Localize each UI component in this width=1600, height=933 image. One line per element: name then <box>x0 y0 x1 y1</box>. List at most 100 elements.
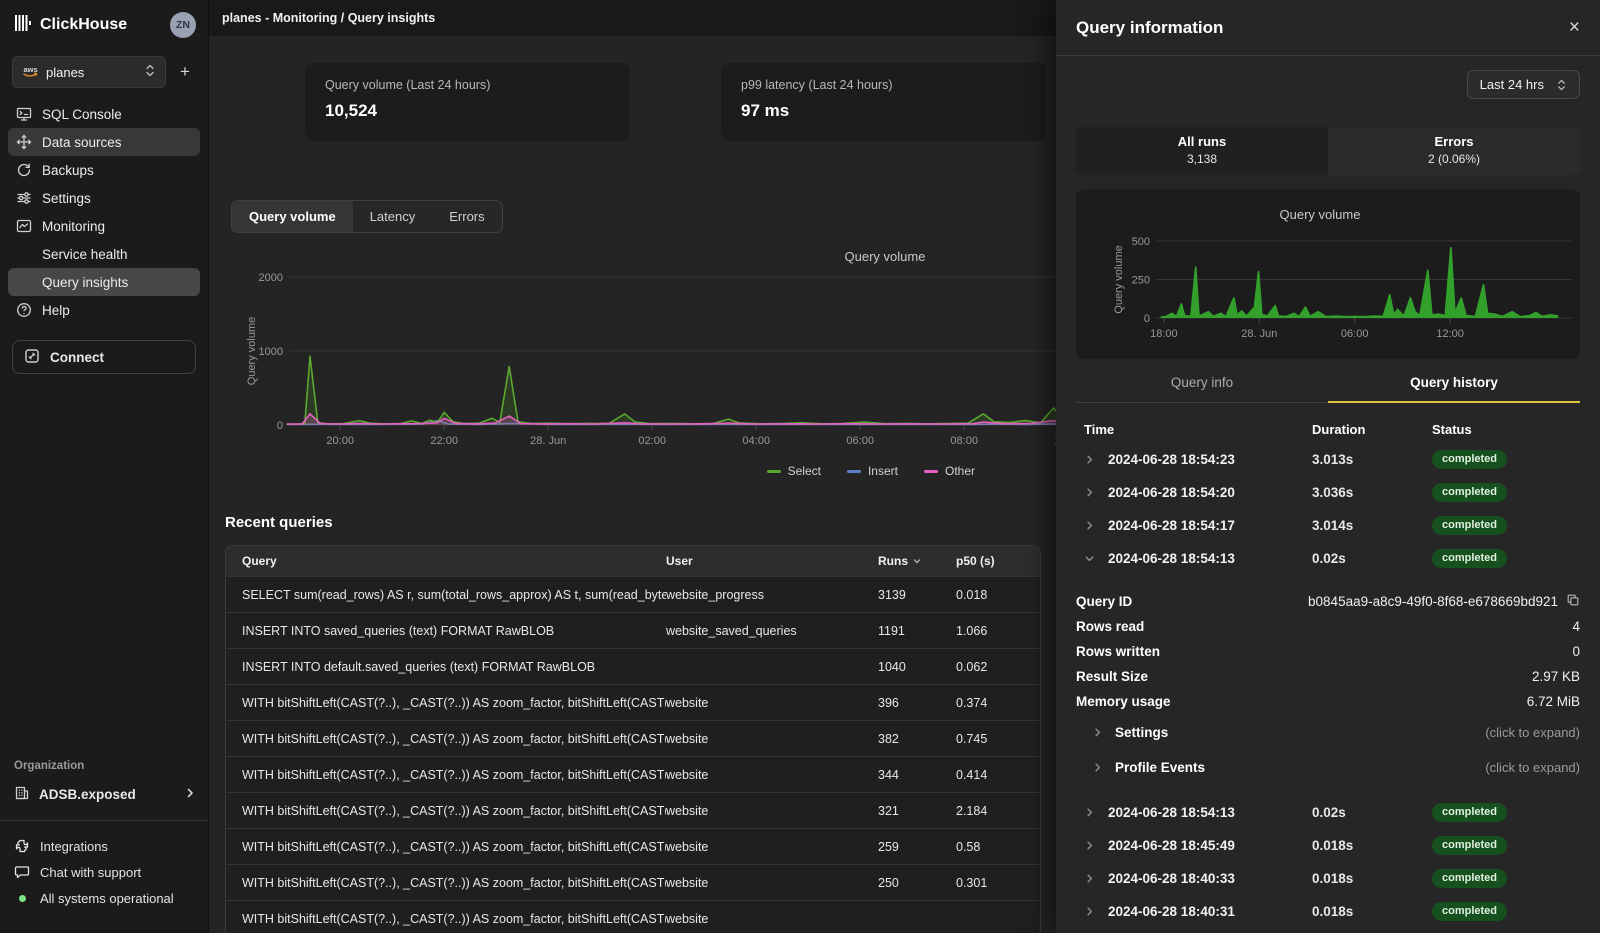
history-run-row[interactable]: 2024-06-28 18:40:310.018scompleted <box>1076 895 1580 928</box>
query-row[interactable]: WITH bitShiftLeft(CAST(?..), _CAST(?..))… <box>226 828 1040 864</box>
chevron-right-icon <box>1092 762 1103 773</box>
col-user[interactable]: User <box>666 554 878 568</box>
copy-icon[interactable] <box>1566 593 1580 610</box>
main-topbar: planes - Monitoring / Query insights <box>209 0 1057 36</box>
run-time: 2024-06-28 18:40:33 <box>1102 871 1312 886</box>
close-icon[interactable]: × <box>1569 18 1580 37</box>
query-row[interactable]: INSERT INTO default.saved_queries (text)… <box>226 648 1040 684</box>
query-row[interactable]: WITH bitShiftLeft(CAST(?..), _CAST(?..))… <box>226 864 1040 900</box>
svg-text:250: 250 <box>1132 275 1150 287</box>
legend-item-insert[interactable]: Insert <box>847 464 898 478</box>
panel-tab-query-info[interactable]: Query info <box>1076 375 1328 402</box>
legend-item-select[interactable]: Select <box>767 464 821 478</box>
sidebar-item-backups[interactable]: Backups <box>8 156 200 184</box>
tab-errors[interactable]: Errors <box>432 201 501 232</box>
workspace-selector[interactable]: aws planes <box>12 56 166 88</box>
svg-text:Query volume: Query volume <box>1113 245 1125 313</box>
time-range-select[interactable]: Last 24 hrs <box>1467 70 1580 99</box>
segment-all-runs[interactable]: All runs3,138 <box>1076 127 1328 175</box>
expandable-profile-events[interactable]: Profile Events(click to expand) <box>1076 751 1580 784</box>
run-time: 2024-06-28 18:45:49 <box>1102 838 1312 853</box>
history-run-row[interactable]: 2024-06-28 18:40:330.018scompleted <box>1076 862 1580 895</box>
sidebar-item-label: Monitoring <box>42 219 105 234</box>
add-service-button[interactable]: + <box>174 62 196 82</box>
query-row[interactable]: SELECT sum(read_rows) AS r, sum(total_ro… <box>226 576 1040 612</box>
sidebar-item-label: Data sources <box>42 135 122 150</box>
query-runs: 344 <box>878 768 956 782</box>
query-row[interactable]: WITH bitShiftLeft(CAST(?..), _CAST(?..))… <box>226 900 1040 933</box>
run-time: 2024-06-28 18:54:17 <box>1102 518 1312 533</box>
sidebar-item-label: Backups <box>42 163 94 178</box>
footer-item-chat-with-support[interactable]: Chat with support <box>14 859 196 885</box>
svg-text:1000: 1000 <box>259 346 283 358</box>
tab-latency[interactable]: Latency <box>353 201 433 232</box>
query-text: WITH bitShiftLeft(CAST(?..), _CAST(?..))… <box>242 912 666 926</box>
backups-icon <box>16 162 32 178</box>
sidebar-item-query-insights[interactable]: Query insights <box>8 268 200 296</box>
query-volume-chart[interactable]: 01000200020:0022:0028. Jun02:0004:0006:0… <box>209 245 1056 460</box>
run-duration: 0.018s <box>1312 838 1432 853</box>
query-runs: 321 <box>878 804 956 818</box>
chevron-right-icon[interactable] <box>1076 840 1102 851</box>
query-p50: 0.58 <box>956 840 1040 854</box>
sidebar-item-settings[interactable]: Settings <box>8 184 200 212</box>
organization-label: Organization <box>14 760 196 772</box>
query-user: website <box>666 876 878 890</box>
svg-text:06:00: 06:00 <box>1341 328 1369 340</box>
tab-query-volume[interactable]: Query volume <box>232 201 353 232</box>
sidebar-item-sql-console[interactable]: SQL Console <box>8 100 200 128</box>
run-time: 2024-06-28 18:54:13 <box>1102 805 1312 820</box>
chevron-right-icon[interactable] <box>1076 520 1102 531</box>
legend-item-other[interactable]: Other <box>924 464 975 478</box>
history-run-row[interactable]: 2024-06-28 18:54:173.014scompleted <box>1076 509 1580 542</box>
sidebar-nav: SQL Console Data sources Backups Settings Mo… <box>8 100 200 324</box>
chat-icon <box>14 864 30 880</box>
col-query[interactable]: Query <box>242 554 666 568</box>
expandable-settings[interactable]: Settings(click to expand) <box>1076 716 1580 749</box>
segment-errors[interactable]: Errors2 (0.06%) <box>1328 127 1580 175</box>
connect-button[interactable]: Connect <box>12 340 196 374</box>
query-row[interactable]: WITH bitShiftLeft(CAST(?..), _CAST(?..))… <box>226 756 1040 792</box>
chevron-right-icon[interactable] <box>1076 487 1102 498</box>
query-runs: 250 <box>878 876 956 890</box>
chevron-right-icon[interactable] <box>1076 906 1102 917</box>
col-duration: Duration <box>1312 422 1432 437</box>
query-text: SELECT sum(read_rows) AS r, sum(total_ro… <box>242 588 666 602</box>
col-runs[interactable]: Runs <box>878 554 956 568</box>
query-p50: 0.745 <box>956 732 1040 746</box>
history-run-row[interactable]: 2024-06-28 18:54:233.013scompleted <box>1076 443 1580 476</box>
sidebar-item-data-sources[interactable]: Data sources <box>8 128 200 156</box>
avatar[interactable]: ZN <box>170 12 196 38</box>
history-run-row[interactable]: 2024-06-28 18:45:490.018scompleted <box>1076 829 1580 862</box>
history-run-row[interactable]: 2024-06-28 18:54:130.02scompleted <box>1076 542 1580 575</box>
organization-selector[interactable]: ADSB.exposed <box>14 780 196 808</box>
integrations-icon <box>14 838 30 854</box>
sidebar-item-monitoring[interactable]: Monitoring <box>8 212 200 240</box>
chevron-right-icon[interactable] <box>1076 807 1102 818</box>
query-row[interactable]: WITH bitShiftLeft(CAST(?..), _CAST(?..))… <box>226 792 1040 828</box>
chevron-right-icon[interactable] <box>1076 454 1102 465</box>
panel-tab-query-history[interactable]: Query history <box>1328 375 1580 402</box>
detail-field-query-id: Query IDb0845aa9-a8c9-49f0-8f68-e678669b… <box>1076 589 1580 614</box>
query-user: website <box>666 804 878 818</box>
query-row[interactable]: INSERT INTO saved_queries (text) FORMAT … <box>226 612 1040 648</box>
query-row[interactable]: WITH bitShiftLeft(CAST(?..), _CAST(?..))… <box>226 684 1040 720</box>
chevron-right-icon[interactable] <box>1076 873 1102 884</box>
sidebar-item-label: Help <box>42 303 70 318</box>
status-badge: completed <box>1432 483 1507 502</box>
query-text: WITH bitShiftLeft(CAST(?..), _CAST(?..))… <box>242 696 666 710</box>
chevron-down-icon[interactable] <box>1076 553 1102 564</box>
sidebar-item-service-health[interactable]: Service health <box>8 240 200 268</box>
query-row[interactable]: WITH bitShiftLeft(CAST(?..), _CAST(?..))… <box>226 720 1040 756</box>
svg-text:Query volume: Query volume <box>246 317 258 385</box>
history-run-row[interactable]: 2024-06-28 18:54:203.036scompleted <box>1076 476 1580 509</box>
run-time: 2024-06-28 18:54:20 <box>1102 485 1312 500</box>
footer-item-integrations[interactable]: Integrations <box>14 833 196 859</box>
run-duration: 0.02s <box>1312 551 1432 566</box>
query-user: website <box>666 696 878 710</box>
sidebar-item-help[interactable]: Help <box>8 296 200 324</box>
mini-query-volume-chart[interactable]: 025050018:0028. Jun06:0012:00Query volum… <box>1076 189 1580 359</box>
footer-item-all-systems-operational[interactable]: All systems operational <box>14 885 196 911</box>
col-p50[interactable]: p50 (s) <box>956 554 1040 568</box>
history-run-row[interactable]: 2024-06-28 18:54:130.02scompleted <box>1076 796 1580 829</box>
